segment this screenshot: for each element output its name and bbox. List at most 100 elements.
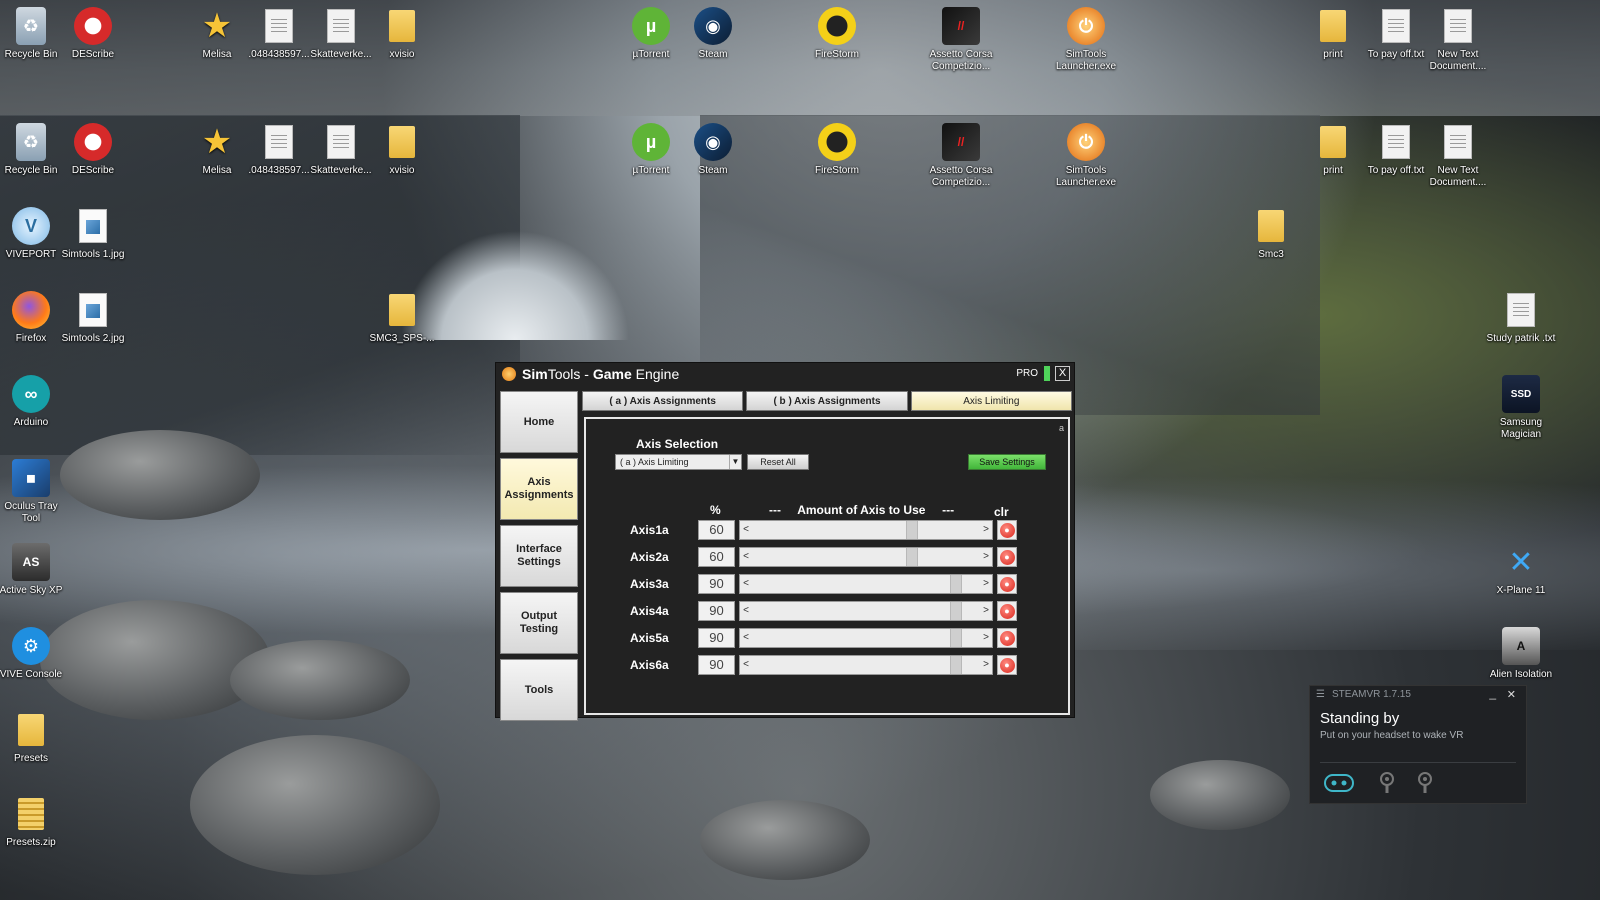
desktop-icon[interactable]: New Text Document.... (1422, 122, 1494, 189)
desktop-icon[interactable]: ◼ Oculus Tray Tool (0, 458, 67, 525)
tab-a-axis-assignments[interactable]: ( a ) Axis Assignments (582, 391, 744, 411)
axis-amount-slider[interactable]: < > (739, 520, 993, 540)
wallpaper-rock (700, 800, 870, 880)
desktop-icon[interactable]: ✕ X-Plane 11 (1485, 542, 1557, 597)
desktop-icon[interactable]: ∞ Arduino (0, 374, 67, 429)
folder-icon (1258, 210, 1284, 242)
desktop-icon[interactable]: ⚙ VIVE Console (0, 626, 67, 681)
sidebar-item-output-testing[interactable]: Output Testing (500, 592, 578, 654)
desktop-icon[interactable]: xvisio (366, 6, 438, 61)
axis-amount-slider[interactable]: < > (739, 628, 993, 648)
save-settings-button[interactable]: Save Settings (968, 454, 1046, 470)
simtools-titlebar[interactable]: SimTools - Game Engine PRO X (496, 363, 1074, 385)
desktop-icon[interactable]: DEScribe (57, 6, 129, 61)
desktop-icon[interactable]: New Text Document.... (1422, 6, 1494, 73)
axis-amount-slider[interactable]: < > (739, 574, 993, 594)
axis-amount-slider[interactable]: < > (739, 601, 993, 621)
wallpaper-rock (230, 640, 410, 720)
axis-percent-input[interactable]: 60 (698, 547, 735, 567)
desktop-icon[interactable]: // Assetto Corsa Competizio... (925, 6, 997, 73)
slider-right-arrow[interactable]: > (980, 629, 992, 647)
desktop-icon[interactable]: ◉ Steam (677, 6, 749, 61)
clear-button[interactable]: ● (997, 601, 1017, 621)
desktop-icon[interactable]: Presets.zip (0, 794, 67, 849)
hamburger-menu-icon[interactable]: ☰ (1316, 686, 1325, 704)
desktop-icon[interactable]: ⏻ SimTools Launcher.exe (1050, 122, 1122, 189)
sidebar-item-home[interactable]: Home (500, 391, 578, 453)
reset-all-button[interactable]: Reset All (747, 454, 809, 470)
tab-b-axis-assignments[interactable]: ( b ) Axis Assignments (746, 391, 908, 411)
desktop-icon[interactable]: // Assetto Corsa Competizio... (925, 122, 997, 189)
slider-right-arrow[interactable]: > (980, 575, 992, 593)
axis-amount-slider[interactable]: < > (739, 655, 993, 675)
axis-percent-input[interactable]: 90 (698, 574, 735, 594)
clear-button[interactable]: ● (997, 574, 1017, 594)
desktop-icon[interactable]: Presets (0, 710, 67, 765)
slider-left-arrow[interactable]: < (740, 629, 752, 647)
desktop-icon[interactable]: xvisio (366, 122, 438, 177)
slider-thumb[interactable] (950, 629, 962, 647)
slider-thumb[interactable] (906, 548, 918, 566)
axis-percent-input[interactable]: 90 (698, 655, 735, 675)
steamvr-title: STEAMVR 1.7.15 (1332, 689, 1411, 700)
slider-left-arrow[interactable]: < (740, 548, 752, 566)
desktop-icon[interactable]: A Alien Isolation (1485, 626, 1557, 681)
slider-thumb[interactable] (906, 521, 918, 539)
desktop-icon[interactable]: print (1297, 6, 1369, 61)
axis-percent-input[interactable]: 90 (698, 601, 735, 621)
folder-icon (1320, 10, 1346, 42)
slider-left-arrow[interactable]: < (740, 602, 752, 620)
sidebar-item-axis-assignments[interactable]: Axis Assignments (500, 458, 578, 520)
desktop-icon[interactable]: DEScribe (57, 122, 129, 177)
arduino-icon: ∞ (12, 375, 50, 413)
axis-limiting-panel: a Axis Selection ( a ) Axis Limiting ▼ R… (584, 417, 1070, 715)
slider-right-arrow[interactable]: > (980, 602, 992, 620)
sidebar-item-interface-settings[interactable]: Interface Settings (500, 525, 578, 587)
chevron-down-icon[interactable]: ▼ (729, 455, 741, 469)
desktop-icon[interactable]: Study patrik .txt (1485, 290, 1557, 345)
desktop-icon[interactable]: ◉ Steam (677, 122, 749, 177)
axis-percent-input[interactable]: 60 (698, 520, 735, 540)
desktop-icon-label: Samsung Magician (1499, 417, 1543, 440)
minimize-button[interactable]: _ (1489, 684, 1496, 702)
slider-thumb[interactable] (950, 575, 962, 593)
clear-button[interactable]: ● (997, 628, 1017, 648)
desktop-icon[interactable]: Simtools 1.jpg (57, 206, 129, 261)
desktop-icon[interactable]: FireStorm (801, 6, 873, 61)
headset-icon[interactable] (1324, 772, 1354, 794)
slider-left-arrow[interactable]: < (740, 575, 752, 593)
axis-selection-dropdown[interactable]: ( a ) Axis Limiting ▼ (615, 454, 742, 470)
slider-right-arrow[interactable]: > (980, 548, 992, 566)
slider-thumb[interactable] (950, 656, 962, 674)
slider-left-arrow[interactable]: < (740, 521, 752, 539)
steamvr-titlebar[interactable]: ☰ STEAMVR 1.7.15 _ ✕ (1310, 686, 1526, 704)
axis-row: Axis2a 60 < > ● (586, 547, 1072, 567)
tab-axis-limiting[interactable]: Axis Limiting (910, 391, 1072, 411)
sidebar-item-tools[interactable]: Tools (500, 659, 578, 721)
window-title: SimTools - Game Engine (522, 366, 680, 382)
axis-amount-slider[interactable]: < > (739, 547, 993, 567)
desktop-icon[interactable]: FireStorm (801, 122, 873, 177)
desktop-icon[interactable]: AS Active Sky XP (0, 542, 67, 597)
slider-right-arrow[interactable]: > (980, 521, 992, 539)
slider-thumb[interactable] (950, 602, 962, 620)
close-button[interactable]: ✕ (1507, 686, 1516, 704)
desktop-icon[interactable]: print (1297, 122, 1369, 177)
folder-icon (18, 714, 44, 746)
controller-icon[interactable] (1410, 772, 1440, 794)
clear-icon: ● (999, 549, 1015, 565)
clear-button[interactable]: ● (997, 520, 1017, 540)
desktop-icon[interactable]: SMC3_SPS-... (366, 290, 438, 345)
desktop-icon[interactable]: Smc3 (1235, 206, 1307, 261)
slider-left-arrow[interactable]: < (740, 656, 752, 674)
desktop-icon[interactable]: SSD Samsung Magician (1485, 374, 1557, 441)
close-button[interactable]: X (1055, 366, 1070, 381)
axis-percent-input[interactable]: 90 (698, 628, 735, 648)
slider-right-arrow[interactable]: > (980, 656, 992, 674)
clear-button[interactable]: ● (997, 655, 1017, 675)
desktop-icon[interactable]: ⏻ SimTools Launcher.exe (1050, 6, 1122, 73)
clear-button[interactable]: ● (997, 547, 1017, 567)
desktop-icon[interactable]: Simtools 2.jpg (57, 290, 129, 345)
assetto-corsa-icon: // (942, 123, 980, 161)
controller-icon[interactable] (1372, 772, 1402, 794)
